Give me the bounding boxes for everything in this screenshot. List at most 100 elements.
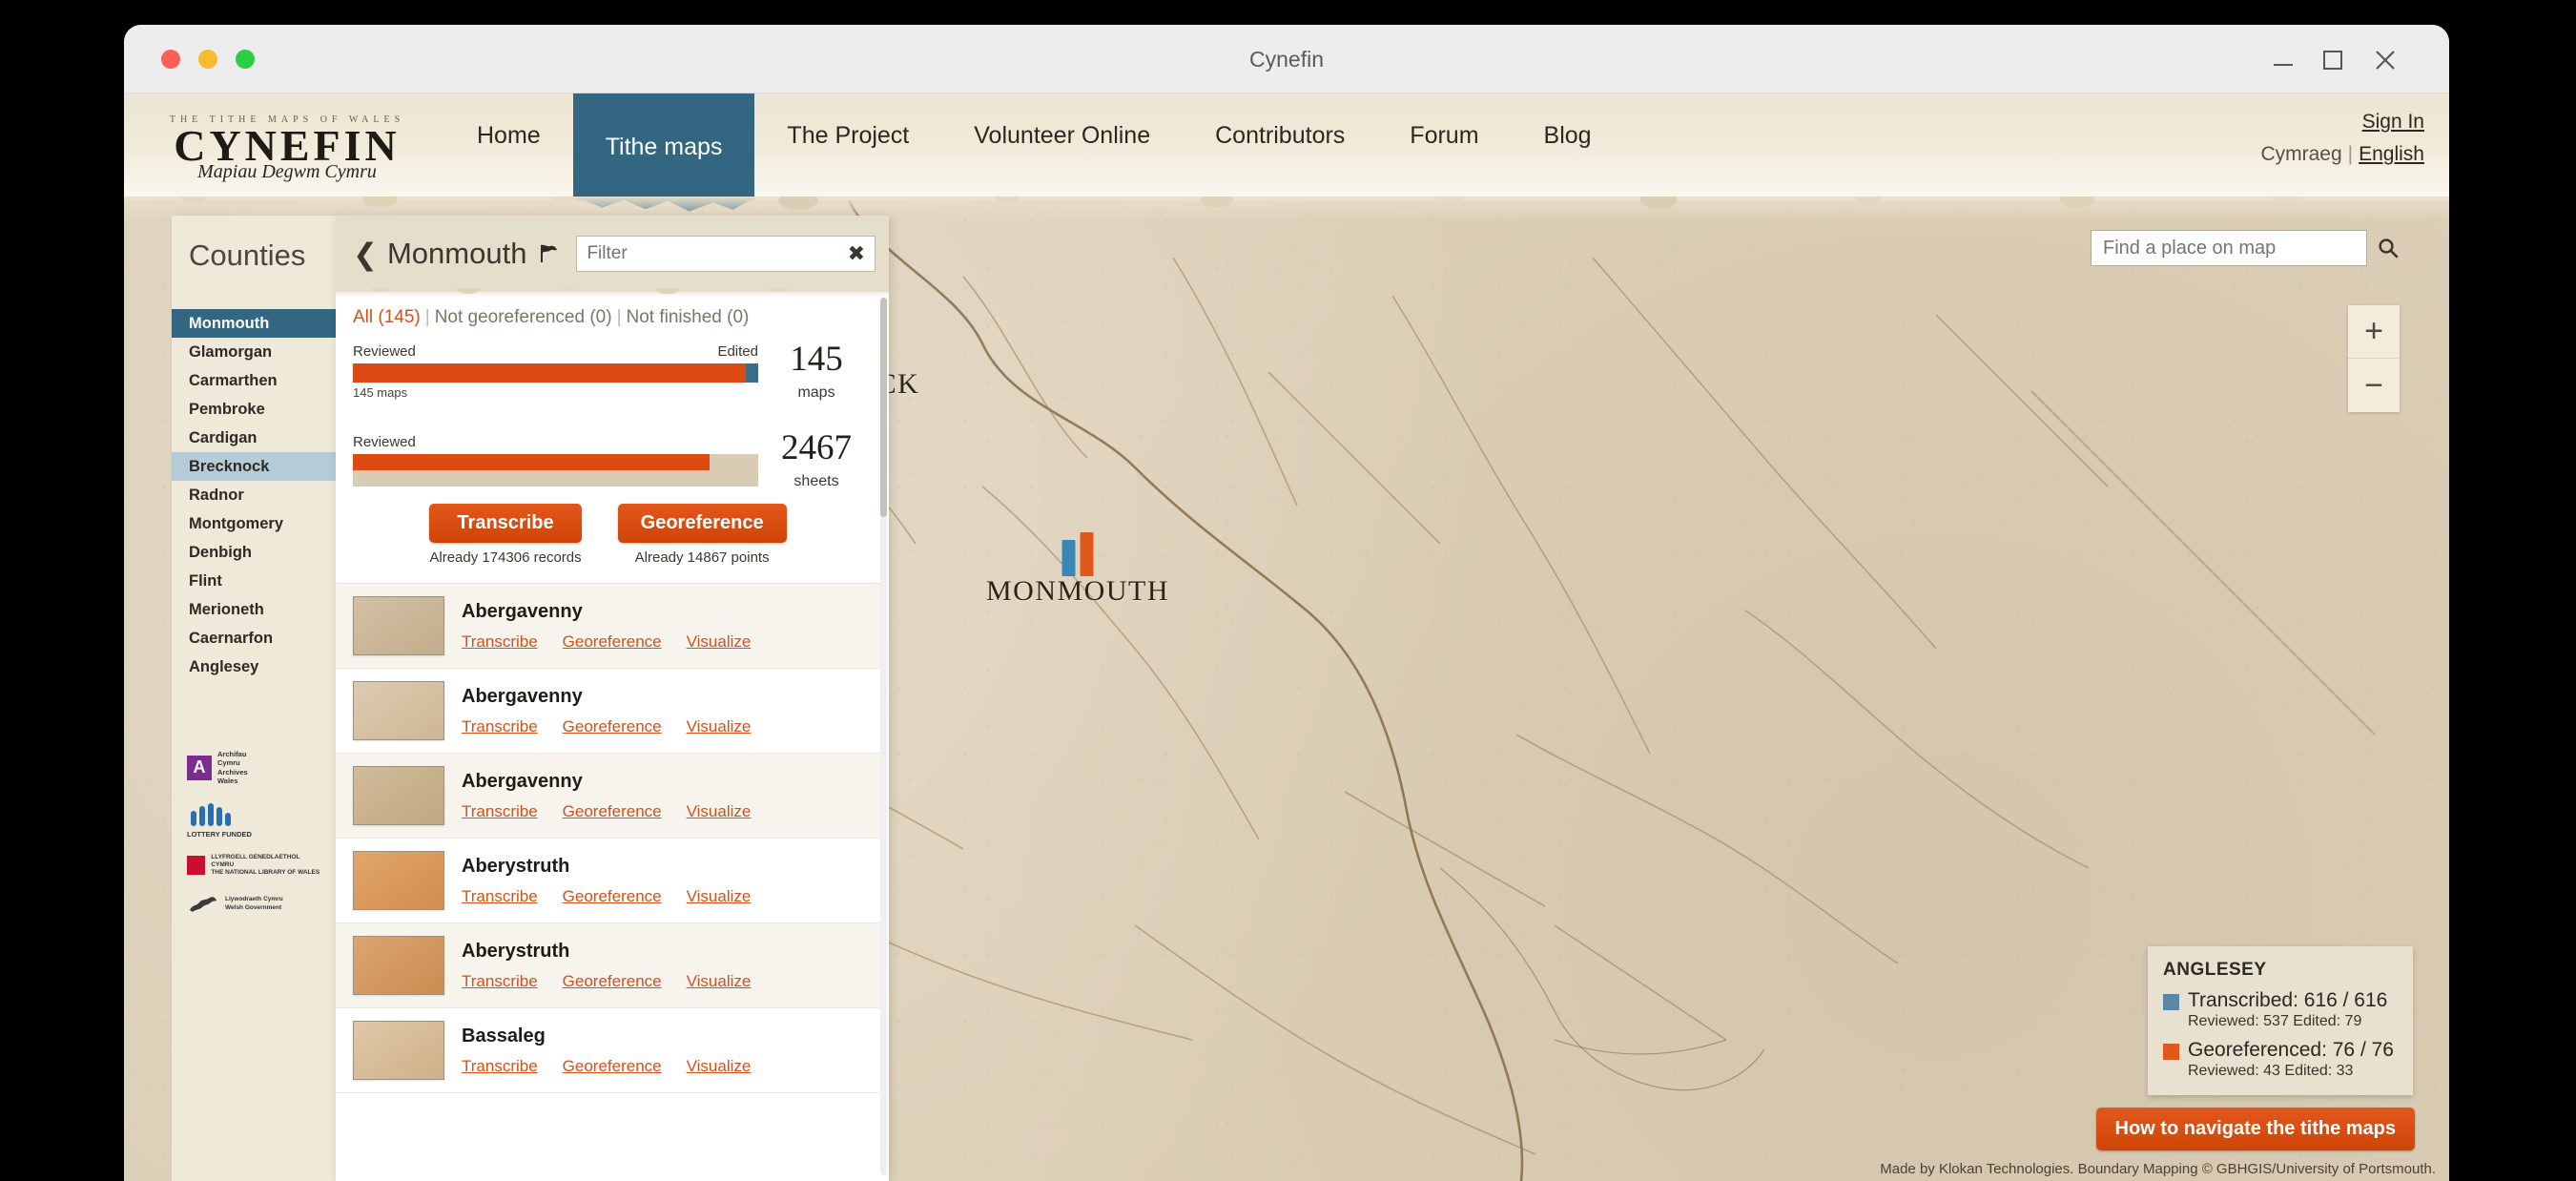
sidebar-item-radnor[interactable]: Radnor (172, 481, 336, 509)
filter-not-georeferenced[interactable]: Not georeferenced (0) (435, 307, 612, 327)
window-titlebar: Cynefin (124, 25, 2449, 93)
language-welsh-link[interactable]: Cymraeg (2260, 143, 2341, 165)
filter-all[interactable]: All (145) (353, 307, 421, 327)
visualize-link[interactable]: Visualize (687, 887, 752, 906)
sidebar-item-pembroke[interactable]: Pembroke (172, 395, 336, 424)
map-name: Aberystruth (462, 940, 570, 962)
georeference-link[interactable]: Georeference (563, 802, 662, 821)
nav-item-tithe-maps[interactable]: Tithe maps (572, 93, 755, 200)
zoom-out-button[interactable]: − (2348, 359, 2400, 412)
nav-item-blog[interactable]: Blog (1512, 93, 1624, 177)
georeference-link[interactable]: Georeference (563, 632, 662, 652)
sidebar-item-carmarthen[interactable]: Carmarthen (172, 366, 336, 395)
sidebar-item-caernarfon[interactable]: Caernarfon (172, 624, 336, 653)
map-thumbnail[interactable] (353, 851, 444, 910)
sidebar-item-anglesey[interactable]: Anglesey (172, 653, 336, 681)
list-item[interactable]: Bassaleg Transcribe Georeference Visuali… (336, 1008, 880, 1093)
georeference-link[interactable]: Georeference (563, 887, 662, 906)
map-thumbnail[interactable] (353, 936, 444, 995)
back-chevron-icon[interactable]: ❮ (349, 239, 387, 269)
map-name: Bassaleg (462, 1025, 546, 1046)
map-thumbnail[interactable] (353, 1021, 444, 1080)
map-search-input[interactable] (2091, 230, 2367, 266)
how-to-navigate-button[interactable]: How to navigate the tithe maps (2095, 1108, 2415, 1150)
sidebar-item-glamorgan[interactable]: Glamorgan (172, 338, 336, 366)
search-icon[interactable] (2367, 229, 2409, 267)
transcribe-link[interactable]: Transcribe (462, 632, 538, 652)
visualize-link[interactable]: Visualize (687, 1057, 752, 1076)
list-item[interactable]: Abergavenny Transcribe Georeference Visu… (336, 669, 880, 754)
georeference-action: Georeference Already 14867 points (617, 504, 787, 566)
minimize-icon[interactable] (2267, 44, 2299, 76)
clear-filter-icon[interactable]: ✖ (840, 241, 865, 266)
archives-wales-logo[interactable]: A Archifau Cymru Archives Wales (187, 750, 320, 786)
legend-swatch-georeferenced (2163, 1043, 2179, 1060)
transcribe-link[interactable]: Transcribe (462, 972, 538, 991)
badge-line-2: Welsh Government (225, 903, 282, 911)
georeference-button[interactable]: Georeference (617, 504, 787, 543)
welsh-government-logo[interactable]: Llywodraeth Cymru Welsh Government (187, 893, 320, 916)
legend-entry-georeferenced: Georeferenced: 76 / 76 Reviewed: 43 Edit… (2163, 1039, 2398, 1080)
sidebar-item-brecknock[interactable]: Brecknock (172, 452, 336, 481)
welsh-flag-icon[interactable] (536, 241, 561, 266)
maps-progress-label-left: Reviewed (353, 343, 416, 360)
sidebar-item-monmouth[interactable]: Monmouth (172, 309, 336, 338)
badge-line-2: Cymru (217, 758, 240, 768)
visualize-link[interactable]: Visualize (687, 632, 752, 652)
klokan-technologies-link[interactable]: Klokan Technologies (1939, 1161, 2070, 1177)
sidebar-item-montgomery[interactable]: Montgomery (172, 509, 336, 538)
transcribe-link[interactable]: Transcribe (462, 717, 538, 736)
nav-item-forum[interactable]: Forum (1377, 93, 1511, 177)
filter-not-finished[interactable]: Not finished (0) (627, 307, 750, 327)
logo-subtitle: Mapiau Degwm Cymru (197, 161, 377, 182)
list-item[interactable]: Aberystruth Transcribe Georeference Visu… (336, 923, 880, 1008)
list-item[interactable]: Abergavenny Transcribe Georeference Visu… (336, 584, 880, 669)
transcribe-link[interactable]: Transcribe (462, 802, 538, 821)
maps-count: 145 (790, 340, 843, 379)
sheets-unit: sheets (793, 473, 839, 489)
nav-item-contributors[interactable]: Contributors (1183, 93, 1377, 177)
language-english-link[interactable]: English (2359, 143, 2424, 165)
partner-logos: A Archifau Cymru Archives Wales LOTTERY … (187, 750, 320, 931)
sign-in-link[interactable]: Sign In (2362, 111, 2424, 133)
visualize-link[interactable]: Visualize (687, 802, 752, 821)
transcribe-link[interactable]: Transcribe (462, 1057, 538, 1076)
gbhgis-portsmouth-link[interactable]: GBHGIS/University of Portsmouth (2216, 1161, 2432, 1177)
lottery-fingers-icon (191, 802, 231, 826)
map-thumbnail[interactable] (353, 681, 444, 740)
sidebar-item-flint[interactable]: Flint (172, 567, 336, 595)
georeference-link[interactable]: Georeference (563, 717, 662, 736)
zoom-in-button[interactable]: + (2348, 305, 2400, 359)
maximize-icon[interactable] (2317, 44, 2349, 76)
badge-line-4: Wales (217, 777, 238, 786)
georeference-link[interactable]: Georeference (563, 1057, 662, 1076)
georeference-link[interactable]: Georeference (563, 972, 662, 991)
sidebar-item-merioneth[interactable]: Merioneth (172, 595, 336, 624)
list-item[interactable]: Abergavenny Transcribe Georeference Visu… (336, 754, 880, 839)
list-item[interactable]: Aberystruth Transcribe Georeference Visu… (336, 839, 880, 923)
visualize-link[interactable]: Visualize (687, 717, 752, 736)
maps-progress-bar (353, 363, 758, 383)
nav-item-home[interactable]: Home (444, 93, 573, 177)
map-zoom-controls: + − (2348, 305, 2400, 412)
panel-scrollbar[interactable] (880, 298, 887, 1175)
filter-input[interactable] (587, 243, 840, 264)
transcribe-link[interactable]: Transcribe (462, 887, 538, 906)
badge-line-1: Llywodraeth Cymru (225, 896, 283, 903)
national-library-of-wales-logo[interactable]: LLYFRGELL GENEDLAETHOL CYMRU THE NATIONA… (187, 854, 320, 878)
map-name: Abergavenny (462, 600, 583, 622)
cynefin-logo[interactable]: THE TITHE MAPS OF WALES CYNEFIN Mapiau D… (149, 107, 425, 185)
nav-item-the-project[interactable]: The Project (754, 93, 941, 177)
sidebar-item-cardigan[interactable]: Cardigan (172, 424, 336, 452)
close-icon[interactable] (2369, 44, 2401, 76)
map-thumbnail[interactable] (353, 766, 444, 825)
visualize-link[interactable]: Visualize (687, 972, 752, 991)
panel-body: All (145) | Not georeferenced (0) | Not fini… (336, 292, 889, 1181)
map-thumbnail[interactable] (353, 596, 444, 655)
map-name: Abergavenny (462, 770, 583, 792)
sidebar-item-denbigh[interactable]: Denbigh (172, 538, 336, 567)
transcribe-button[interactable]: Transcribe (429, 504, 582, 543)
panel-scrollbar-thumb[interactable] (880, 298, 887, 517)
heritage-lottery-fund-logo[interactable]: LOTTERY FUNDED (187, 801, 320, 839)
nav-item-volunteer-online[interactable]: Volunteer Online (941, 93, 1183, 177)
